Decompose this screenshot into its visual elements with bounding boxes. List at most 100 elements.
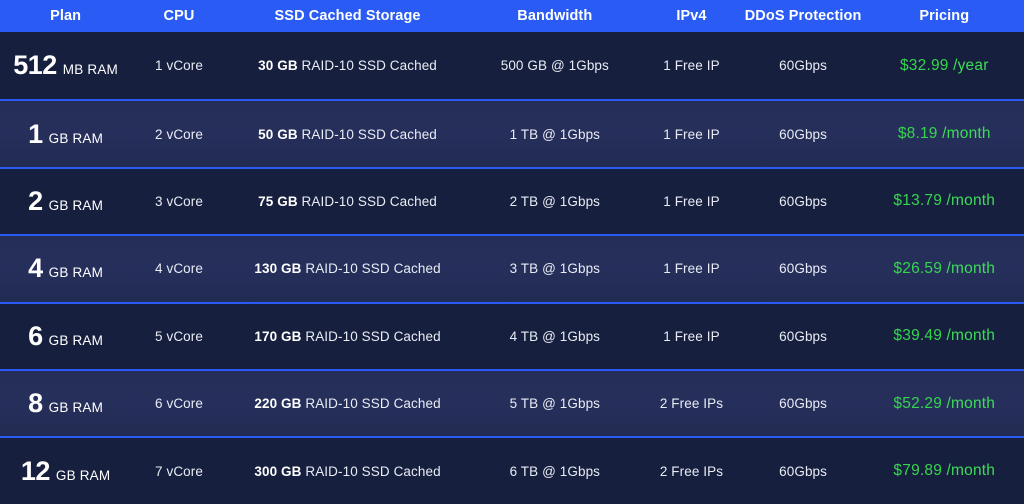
cell-bandwidth: 2 TB @ 1Gbps xyxy=(509,193,601,209)
plan-ram-unit: GB RAM xyxy=(48,332,104,348)
cell-cpu: 7 vCore xyxy=(155,463,203,479)
cell-cpu: 2 vCore xyxy=(155,126,203,142)
cell-cpu: 3 vCore xyxy=(155,193,203,209)
plan-ram-unit: MB RAM xyxy=(62,62,118,78)
cell-cpu: 5 vCore xyxy=(155,328,203,344)
price-amount: $79.89 xyxy=(893,462,943,480)
table-header-row: Plan CPU SSD Cached Storage Bandwidth IP… xyxy=(0,0,1024,32)
pricing-table: Plan CPU SSD Cached Storage Bandwidth IP… xyxy=(0,0,1024,504)
cell-ddos-protection: 60Gbps xyxy=(779,261,828,277)
cell-plan: 12 GB RAM xyxy=(0,455,131,486)
plan-ram-unit: GB RAM xyxy=(48,130,104,146)
plan-ram-size: 6 xyxy=(28,320,43,351)
table-row-6[interactable]: 8 GB RAM 6 vCore 220 GB RAID-10 SSD Cach… xyxy=(0,368,1024,437)
price-amount: $39.49 xyxy=(893,327,943,345)
storage-amount: 50 GB xyxy=(258,126,298,142)
cell-pricing: $32.99 /year xyxy=(865,57,1024,75)
price-period: /month xyxy=(942,394,996,412)
cell-ddos-protection: 60Gbps xyxy=(779,463,828,479)
storage-description: RAID-10 SSD Cached xyxy=(297,126,437,142)
plan-ram-size: 2 xyxy=(28,185,43,216)
cell-pricing: $8.19 /month xyxy=(865,125,1024,143)
storage-description: RAID-10 SSD Cached xyxy=(301,328,441,344)
table-row-5[interactable]: 6 GB RAM 5 vCore 170 GB RAID-10 SSD Cach… xyxy=(0,301,1024,369)
storage-description: RAID-10 SSD Cached xyxy=(297,58,437,74)
storage-description: RAID-10 SSD Cached xyxy=(297,193,437,209)
plan-ram-size: 4 xyxy=(28,253,43,284)
cell-ddos-protection: 60Gbps xyxy=(779,396,828,412)
storage-description: RAID-10 SSD Cached xyxy=(301,261,441,277)
column-header-cpu: CPU xyxy=(163,8,195,24)
price-amount: $13.79 xyxy=(893,192,943,210)
price-period: /month xyxy=(942,259,996,277)
plan-ram-unit: GB RAM xyxy=(48,265,104,281)
table-row-1[interactable]: 512 MB RAM 1 vCore 30 GB RAID-10 SSD Cac… xyxy=(0,32,1024,100)
table-body: 512 MB RAM 1 vCore 30 GB RAID-10 SSD Cac… xyxy=(0,32,1024,504)
cell-ipv4: 2 Free IPs xyxy=(659,396,724,412)
storage-amount: 300 GB xyxy=(254,463,302,479)
plan-ram-size: 8 xyxy=(28,388,43,419)
cell-cpu: 6 vCore xyxy=(155,396,203,412)
table-row-3[interactable]: 2 GB RAM 3 vCore 75 GB RAID-10 SSD Cache… xyxy=(0,166,1024,235)
cell-pricing: $39.49 /month xyxy=(865,327,1024,345)
cell-ipv4: 2 Free IPs xyxy=(659,463,724,479)
storage-amount: 170 GB xyxy=(254,328,302,344)
plan-ram-unit: GB RAM xyxy=(48,400,104,416)
storage-amount: 220 GB xyxy=(254,396,302,412)
price-amount: $32.99 xyxy=(899,56,949,74)
cell-bandwidth: 4 TB @ 1Gbps xyxy=(509,328,601,344)
price-period: /year xyxy=(948,56,989,74)
column-header-plan: Plan xyxy=(50,8,82,24)
cell-ipv4: 1 Free IP xyxy=(663,58,720,74)
cell-cpu: 1 vCore xyxy=(155,58,203,74)
cell-pricing: $52.29 /month xyxy=(865,395,1024,413)
cell-ddos-protection: 60Gbps xyxy=(779,193,828,209)
cell-ddos-protection: 60Gbps xyxy=(779,58,828,74)
cell-storage: 300 GB RAID-10 SSD Cached xyxy=(227,464,468,479)
cell-storage: 75 GB RAID-10 SSD Cached xyxy=(227,194,468,209)
cell-plan: 2 GB RAM xyxy=(0,185,131,216)
cell-plan: 6 GB RAM xyxy=(0,320,131,351)
cell-storage: 50 GB RAID-10 SSD Cached xyxy=(227,127,468,142)
price-period: /month xyxy=(942,327,996,345)
cell-ipv4: 1 Free IP xyxy=(663,193,720,209)
storage-amount: 75 GB xyxy=(258,193,298,209)
price-period: /month xyxy=(937,125,991,143)
price-amount: $52.29 xyxy=(893,394,943,412)
cell-bandwidth: 500 GB @ 1Gbps xyxy=(500,58,609,74)
cell-storage: 30 GB RAID-10 SSD Cached xyxy=(227,58,468,73)
price-period: /month xyxy=(942,192,996,210)
cell-pricing: $26.59 /month xyxy=(865,260,1024,278)
table-row-7[interactable]: 12 GB RAM 7 vCore 300 GB RAID-10 SSD Cac… xyxy=(0,436,1024,504)
table-row-2[interactable]: 1 GB RAM 2 vCore 50 GB RAID-10 SSD Cache… xyxy=(0,99,1024,167)
price-amount: $8.19 xyxy=(897,125,938,143)
cell-pricing: $13.79 /month xyxy=(865,192,1024,210)
table-row-4[interactable]: 4 GB RAM 4 vCore 130 GB RAID-10 SSD Cach… xyxy=(0,234,1024,302)
cell-bandwidth: 5 TB @ 1Gbps xyxy=(509,396,601,412)
cell-plan: 4 GB RAM xyxy=(0,255,131,282)
storage-description: RAID-10 SSD Cached xyxy=(301,396,441,412)
cell-bandwidth: 6 TB @ 1Gbps xyxy=(509,463,601,479)
cell-plan: 8 GB RAM xyxy=(0,390,131,417)
plan-ram-size: 512 xyxy=(13,50,57,81)
cell-ipv4: 1 Free IP xyxy=(663,328,720,344)
plan-ram-size: 12 xyxy=(20,455,51,486)
price-period: /month xyxy=(942,462,996,480)
cell-plan: 512 MB RAM xyxy=(0,52,131,79)
column-header-pricing: Pricing xyxy=(919,8,970,24)
column-header-ipv4: IPv4 xyxy=(676,8,707,24)
plan-ram-unit: GB RAM xyxy=(55,467,111,483)
storage-amount: 30 GB xyxy=(258,58,298,74)
storage-description: RAID-10 SSD Cached xyxy=(301,463,441,479)
cell-storage: 130 GB RAID-10 SSD Cached xyxy=(227,261,468,276)
cell-bandwidth: 3 TB @ 1Gbps xyxy=(509,261,601,277)
cell-bandwidth: 1 TB @ 1Gbps xyxy=(509,126,601,142)
cell-ddos-protection: 60Gbps xyxy=(779,328,828,344)
column-header-bandwidth: Bandwidth xyxy=(517,8,593,24)
plan-ram-size: 1 xyxy=(28,118,43,149)
price-amount: $26.59 xyxy=(893,259,943,277)
cell-storage: 220 GB RAID-10 SSD Cached xyxy=(227,396,468,411)
cell-plan: 1 GB RAM xyxy=(0,118,131,149)
plan-ram-unit: GB RAM xyxy=(48,197,104,213)
cell-ipv4: 1 Free IP xyxy=(663,261,720,277)
